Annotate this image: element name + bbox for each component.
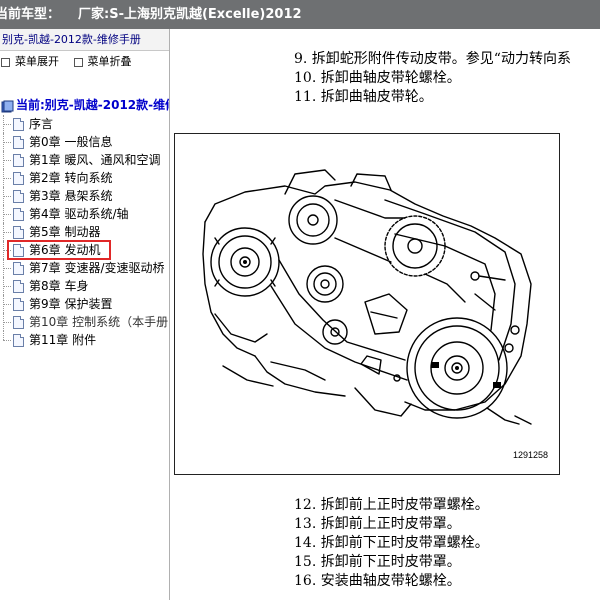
tree-item-label: 第3章 悬架系统 <box>29 189 113 203</box>
engine-line-drawing <box>202 169 532 425</box>
document-icon <box>13 153 24 167</box>
step-9: 9. 拆卸蛇形附件传动皮带。参见“动力转向系 <box>294 51 571 67</box>
tree-item-preface[interactable]: 序言 <box>0 115 169 133</box>
tree-item-chapter-2[interactable]: 第2章 转向系统 <box>0 169 169 187</box>
collapse-icon <box>73 57 83 67</box>
document-icon <box>13 297 24 311</box>
document-icon <box>13 171 24 185</box>
expand-menu-button[interactable]: 菜单展开 <box>0 51 59 73</box>
tree-item-label: 第4章 驱动系统/轴 <box>29 207 129 221</box>
document-icon <box>13 189 24 203</box>
tree-item-chapter-5[interactable]: 第5章 制动器 <box>0 223 169 241</box>
step-14: 14. 拆卸前下正时皮带罩螺栓。 <box>294 535 489 551</box>
tree-item-label: 第2章 转向系统 <box>29 171 113 185</box>
tree-item-label: 第5章 制动器 <box>29 225 101 239</box>
tree-item-label: 第10章 控制系统（本手册 <box>29 315 169 329</box>
expand-icon <box>1 57 10 67</box>
figure-id: 1291258 <box>512 450 548 460</box>
tree-item-label: 第11章 附件 <box>29 333 97 347</box>
navigation-pane: 别克-凯越-2012款-维修手册 菜单展开 菜单折叠 当前:别克-凯越-2012… <box>0 29 170 600</box>
tree-toolbar: 菜单展开 菜单折叠 <box>0 51 169 73</box>
document-icon <box>13 225 24 239</box>
tree-item-label: 第1章 暖风、通风和空调 <box>29 153 161 167</box>
tree-root[interactable]: 当前:别克-凯越-2012款-维修手册 <box>0 95 169 115</box>
step-12: 12. 拆卸前上正时皮带罩螺栓。 <box>294 497 489 513</box>
tree-item-chapter-0[interactable]: 第0章 一般信息 <box>0 133 169 151</box>
tree-item-chapter-9[interactable]: 第9章 保护装置 <box>0 295 169 313</box>
tree-item-label: 第0章 一般信息 <box>29 135 113 149</box>
tree-item-chapter-1[interactable]: 第1章 暖风、通风和空调 <box>0 151 169 169</box>
step-15: 15. 拆卸前下正时皮带罩。 <box>294 554 461 570</box>
collapse-menu-label: 菜单折叠 <box>87 55 132 68</box>
step-10: 10. 拆卸曲轴皮带轮螺栓。 <box>294 70 461 86</box>
tree-root-label: 当前:别克-凯越-2012款-维修手册 <box>16 98 169 112</box>
tree-item-chapter-4[interactable]: 第4章 驱动系统/轴 <box>0 205 169 223</box>
tree-item-chapter-11[interactable]: 第11章 附件 <box>0 331 169 349</box>
document-icon <box>13 315 24 329</box>
step-16: 16. 安装曲轴皮带轮螺栓。 <box>294 573 461 589</box>
tree-item-label: 序言 <box>29 117 54 131</box>
tree-item-label: 第9章 保护装置 <box>29 297 113 311</box>
step-13: 13. 拆卸前上正时皮带罩。 <box>294 516 461 532</box>
manual-title-header: 别克-凯越-2012款-维修手册 <box>0 29 169 51</box>
expand-menu-label: 菜单展开 <box>15 55 59 68</box>
tree-item-chapter-6[interactable]: 第6章 发动机 <box>0 240 169 260</box>
book-icon <box>1 99 14 112</box>
document-icon <box>13 261 24 275</box>
document-icon <box>13 279 24 293</box>
document-icon <box>13 135 24 149</box>
tree-item-chapter-7[interactable]: 第7章 变速器/变速驱动桥 <box>0 259 169 277</box>
tree-item-chapter-10[interactable]: 第10章 控制系统（本手册 <box>0 313 169 331</box>
chapter-tree: 当前:别克-凯越-2012款-维修手册 序言 第0章 一般信息 第1章 暖风、通… <box>0 95 169 349</box>
tree-item-label: 第8章 车身 <box>29 279 89 293</box>
vehicle-name: 厂家:S-上海别克凯越(Excelle)2012 <box>78 7 302 22</box>
tree-item-label: 第7章 变速器/变速驱动桥 <box>29 261 165 275</box>
step-11: 11. 拆卸曲轴皮带轮。 <box>294 89 433 105</box>
document-icon <box>13 333 24 347</box>
content-pane: 9. 拆卸蛇形附件传动皮带。参见“动力转向系 10. 拆卸曲轴皮带轮螺栓。 11… <box>171 29 600 600</box>
engine-diagram-figure: 1291258 <box>174 133 560 475</box>
selection-highlight <box>7 240 111 260</box>
tree-item-chapter-8[interactable]: 第8章 车身 <box>0 277 169 295</box>
vehicle-label: 当前车型： <box>0 7 61 22</box>
document-icon <box>13 117 24 131</box>
title-bar: 当前车型： 厂家:S-上海别克凯越(Excelle)2012 <box>0 0 600 29</box>
collapse-menu-button[interactable]: 菜单折叠 <box>73 51 132 73</box>
tree-item-chapter-3[interactable]: 第3章 悬架系统 <box>0 187 169 205</box>
document-icon <box>13 207 24 221</box>
